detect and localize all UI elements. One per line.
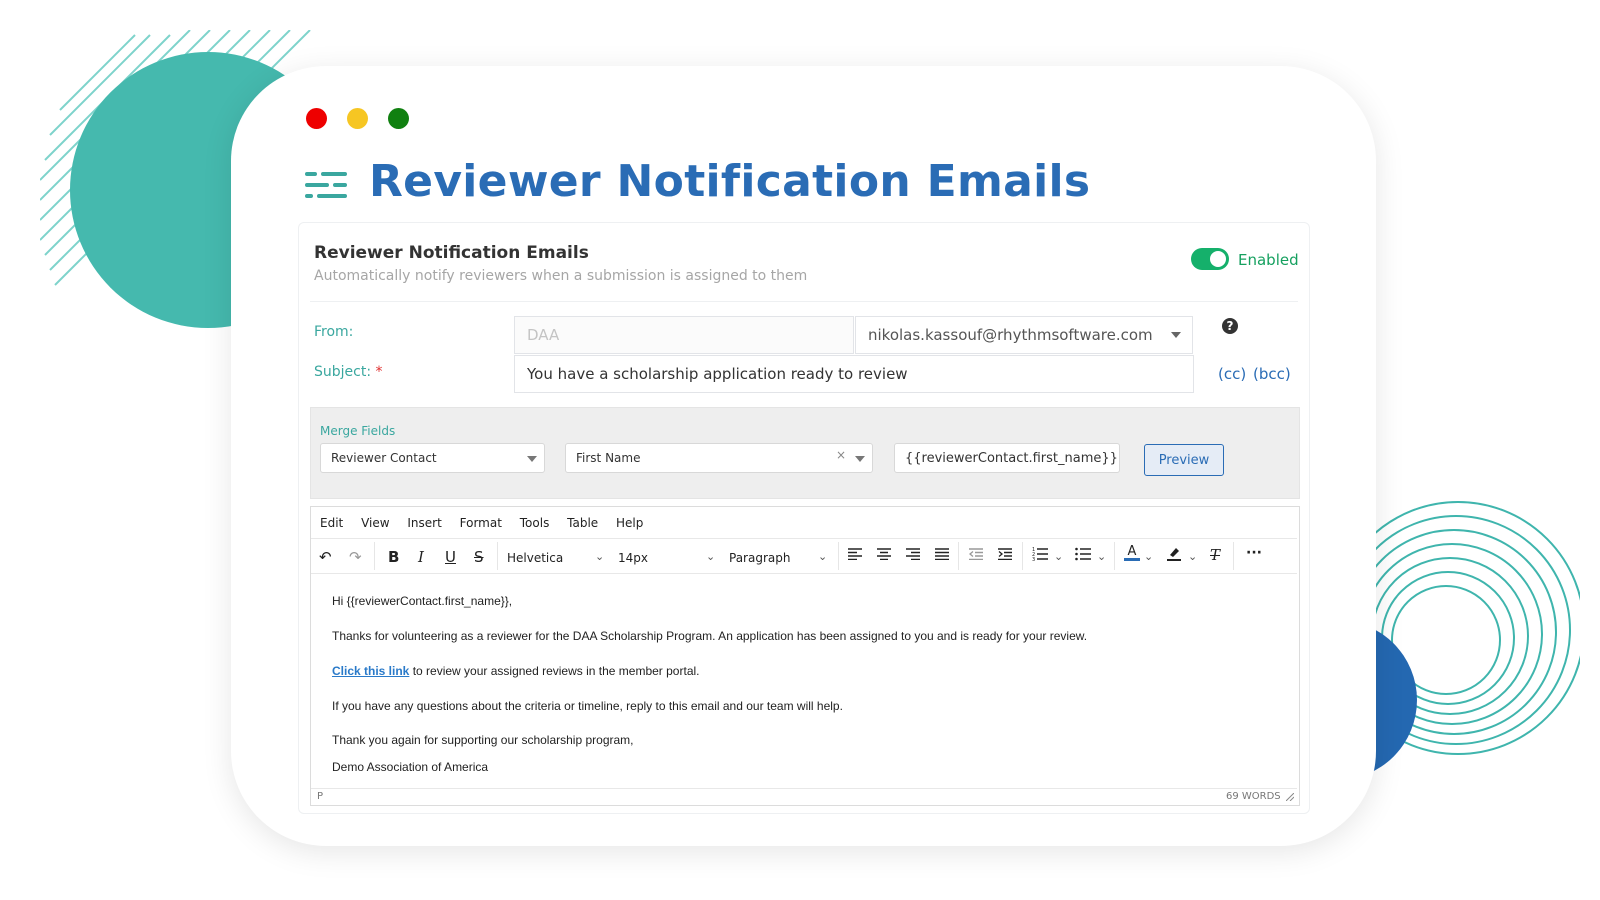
merge-group-select[interactable]: Reviewer Contact bbox=[320, 443, 545, 473]
window-close-dot[interactable] bbox=[306, 108, 327, 129]
align-justify-icon[interactable] bbox=[935, 548, 949, 560]
bcc-link[interactable]: (bcc) bbox=[1253, 365, 1291, 383]
element-path[interactable]: P bbox=[317, 791, 323, 802]
bullet-list-chevron-down-icon[interactable]: ⌄ bbox=[1097, 550, 1106, 563]
subject-label: Subject: * bbox=[314, 364, 383, 380]
statusbar-divider bbox=[311, 788, 1297, 789]
align-left-icon[interactable] bbox=[848, 548, 862, 560]
section-divider bbox=[310, 301, 1298, 302]
bold-icon[interactable]: B bbox=[388, 548, 399, 566]
align-right-icon[interactable] bbox=[906, 548, 920, 560]
highlight-color-icon[interactable] bbox=[1166, 545, 1182, 561]
help-icon[interactable]: ? bbox=[1222, 318, 1238, 334]
email-greeting[interactable]: Hi {{reviewerContact.first_name}}, bbox=[332, 594, 512, 608]
font-family-chevron-down-icon: ⌄ bbox=[595, 550, 605, 563]
indent-icon[interactable] bbox=[998, 548, 1012, 560]
numbered-list-icon[interactable]: 123 bbox=[1032, 547, 1048, 561]
from-name-input[interactable]: DAA bbox=[514, 316, 854, 354]
word-count[interactable]: 69 WORDS bbox=[1226, 791, 1281, 802]
merge-field-value: First Name bbox=[576, 451, 641, 465]
font-size-chevron-down-icon: ⌄ bbox=[706, 550, 716, 563]
strikethrough-icon[interactable]: S bbox=[474, 548, 484, 566]
clear-formatting-icon[interactable]: T bbox=[1210, 546, 1220, 564]
subject-value: You have a scholarship application ready… bbox=[527, 365, 908, 383]
text-color-icon[interactable]: A bbox=[1124, 545, 1140, 561]
from-name-placeholder: DAA bbox=[527, 326, 560, 344]
redo-icon[interactable]: ↷ bbox=[349, 548, 362, 566]
toolbar-separator bbox=[1233, 542, 1234, 570]
menu-format[interactable]: Format bbox=[460, 516, 502, 530]
from-email-chevron-down-icon bbox=[1171, 332, 1181, 338]
portal-link[interactable]: Click this link bbox=[332, 664, 409, 678]
page-title: Reviewer Notification Emails bbox=[369, 156, 1091, 207]
font-size-select[interactable]: 14px bbox=[618, 551, 648, 565]
highlight-color-chevron-down-icon[interactable]: ⌄ bbox=[1188, 550, 1197, 563]
section-subtitle: Automatically notify reviewers when a su… bbox=[314, 268, 808, 284]
merge-field-chevron-down-icon bbox=[855, 456, 865, 462]
menu-table[interactable]: Table bbox=[567, 516, 598, 530]
menu-tools[interactable]: Tools bbox=[520, 516, 550, 530]
section-title: Reviewer Notification Emails bbox=[314, 243, 589, 263]
bullet-list-icon[interactable] bbox=[1075, 547, 1091, 561]
required-mark: * bbox=[375, 364, 383, 380]
toolbar-separator bbox=[958, 542, 959, 570]
email-closing[interactable]: Thank you again for supporting our schol… bbox=[332, 733, 634, 747]
from-email-select[interactable]: nikolas.kassouf@rhythmsoftware.com bbox=[855, 316, 1193, 354]
email-paragraph-3[interactable]: If you have any questions about the crit… bbox=[332, 699, 843, 713]
cc-link[interactable]: (cc) bbox=[1218, 365, 1246, 383]
email-paragraph-1[interactable]: Thanks for volunteering as a reviewer fo… bbox=[332, 629, 1087, 643]
merge-group-chevron-down-icon bbox=[527, 456, 537, 462]
enabled-toggle[interactable] bbox=[1191, 248, 1229, 270]
window-maximize-dot[interactable] bbox=[388, 108, 409, 129]
block-format-chevron-down-icon: ⌄ bbox=[818, 550, 828, 563]
merge-token-field[interactable]: {{reviewerContact.first_name}} bbox=[894, 443, 1120, 473]
from-email-value: nikolas.kassouf@rhythmsoftware.com bbox=[868, 326, 1153, 344]
window-minimize-dot[interactable] bbox=[347, 108, 368, 129]
enabled-toggle-label: Enabled bbox=[1238, 251, 1299, 269]
resize-handle-icon[interactable] bbox=[1286, 793, 1294, 801]
merge-fields-label: Merge Fields bbox=[320, 424, 396, 438]
text-color-chevron-down-icon[interactable]: ⌄ bbox=[1144, 550, 1153, 563]
svg-text:3: 3 bbox=[1032, 557, 1035, 561]
clear-selection-icon[interactable]: × bbox=[836, 448, 846, 462]
block-format-select[interactable]: Paragraph bbox=[729, 551, 790, 565]
toolbar-separator bbox=[374, 542, 375, 570]
email-paragraph-2[interactable]: Click this link to review your assigned … bbox=[332, 664, 700, 678]
subject-input[interactable]: You have a scholarship application ready… bbox=[514, 355, 1194, 393]
merge-token-value: {{reviewerContact.first_name}} bbox=[905, 450, 1118, 466]
toolbar-separator bbox=[1022, 542, 1023, 570]
more-options-icon[interactable]: ··· bbox=[1246, 545, 1262, 561]
menu-insert[interactable]: Insert bbox=[407, 516, 441, 530]
menubar-divider bbox=[311, 538, 1297, 539]
preview-button[interactable]: Preview bbox=[1144, 444, 1224, 476]
underline-icon[interactable]: U bbox=[445, 548, 456, 566]
merge-group-value: Reviewer Contact bbox=[331, 451, 437, 465]
toggle-knob bbox=[1210, 251, 1226, 267]
sliders-icon bbox=[305, 172, 347, 198]
toolbar-separator bbox=[497, 542, 498, 570]
italic-icon[interactable]: I bbox=[418, 548, 424, 566]
undo-icon[interactable]: ↶ bbox=[319, 548, 332, 566]
numbered-list-chevron-down-icon[interactable]: ⌄ bbox=[1054, 550, 1063, 563]
menu-view[interactable]: View bbox=[361, 516, 389, 530]
toolbar-separator bbox=[1114, 542, 1115, 570]
menu-help[interactable]: Help bbox=[616, 516, 643, 530]
email-paragraph-2-rest: to review your assigned reviews in the m… bbox=[409, 664, 700, 678]
align-center-icon[interactable] bbox=[877, 548, 891, 560]
merge-field-select[interactable]: First Name bbox=[565, 443, 873, 473]
from-label: From: bbox=[314, 324, 354, 340]
font-family-select[interactable]: Helvetica bbox=[507, 551, 563, 565]
subject-label-text: Subject: bbox=[314, 364, 372, 380]
email-signature[interactable]: Demo Association of America bbox=[332, 760, 488, 774]
editor-menubar: Edit View Insert Format Tools Table Help bbox=[320, 516, 657, 530]
toolbar-separator bbox=[838, 542, 839, 570]
outdent-icon[interactable] bbox=[969, 548, 983, 560]
toolbar-divider bbox=[311, 573, 1297, 574]
menu-edit[interactable]: Edit bbox=[320, 516, 343, 530]
